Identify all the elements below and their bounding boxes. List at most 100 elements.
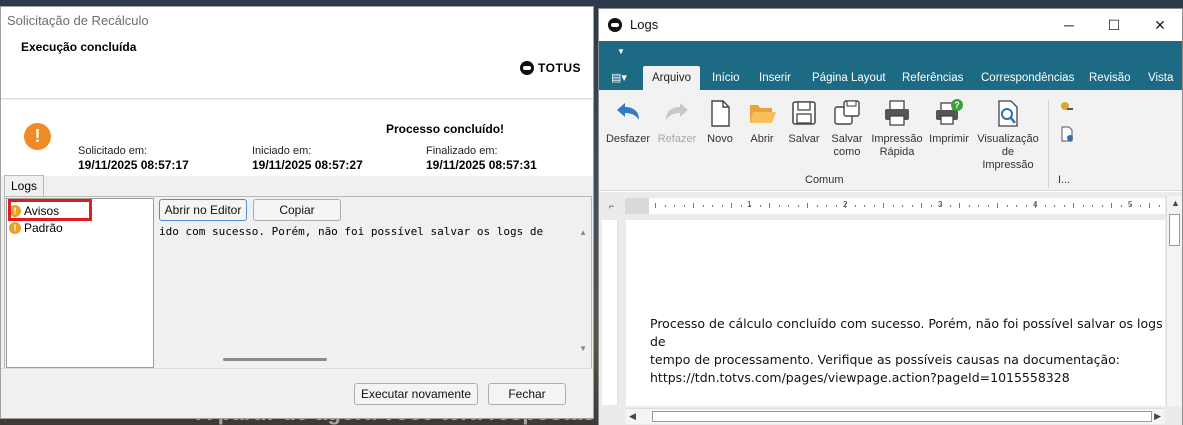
qat-dropdown-icon[interactable]: ▼ (617, 47, 625, 56)
ruler-tick (1016, 205, 1017, 207)
ruler-tick (1025, 205, 1027, 207)
ruler-tick (674, 205, 675, 207)
logs-title: Logs (630, 17, 659, 32)
tree-item-padrao[interactable]: ! Padrão (9, 220, 63, 236)
tab-logs[interactable]: Logs (4, 175, 45, 197)
brand-text: TOTUS (538, 61, 581, 75)
close-icon[interactable]: ✕ (1145, 15, 1175, 35)
tab-inserir[interactable]: Inserir (759, 66, 791, 90)
redo-button[interactable]: Refazer (655, 98, 699, 146)
tab-revisao[interactable]: Revisão (1089, 66, 1131, 90)
tab-stop-icon[interactable]: ⌐ (609, 201, 614, 211)
scroll-right-icon[interactable]: ▶ (1154, 411, 1161, 422)
dialog-header: Execução concluída TOTUS (1, 35, 593, 99)
totus-logo-icon (520, 61, 535, 75)
group-label-comum: Comum (805, 174, 844, 186)
ruler-tick (1063, 205, 1065, 207)
tab-referencias[interactable]: Referências (902, 66, 963, 90)
warning-icon: ! (24, 123, 51, 150)
horizontal-scroll-thumb[interactable] (652, 411, 1152, 422)
tab-correspondencias[interactable]: Correspondências (981, 66, 1074, 90)
log-text[interactable]: ido com sucesso. Porém, não foi possível… (159, 225, 569, 365)
scroll-up-icon[interactable]: ▲ (1171, 198, 1180, 208)
ruler-tick (1101, 205, 1103, 207)
scroll-down-icon[interactable]: ▼ (579, 344, 587, 353)
document-settings-button[interactable] (1059, 126, 1075, 145)
ruler-tick (807, 203, 808, 208)
ruler-tick (816, 205, 818, 207)
scroll-up-icon[interactable]: ▲ (579, 228, 587, 237)
ruler-tick (788, 205, 789, 207)
tab-arquivo[interactable]: Arquivo (643, 66, 700, 90)
ribbon-panel: Desfazer Refazer Novo Abrir Salvar Salva… (599, 90, 1182, 191)
save-icon (789, 98, 819, 128)
print-button[interactable]: ? Imprimir (927, 98, 971, 146)
logs-titlebar[interactable]: Logs ─ ☐ ✕ (599, 9, 1182, 41)
open-in-editor-button[interactable]: Abrir no Editor (159, 199, 247, 221)
ruler-tick (959, 203, 960, 208)
horizontal-scrollbar[interactable] (223, 358, 327, 361)
new-button[interactable]: Novo (703, 98, 737, 146)
ruler-tick (759, 205, 761, 207)
save-as-button[interactable]: Salvar como (827, 98, 867, 159)
close-button[interactable]: Fechar (488, 383, 566, 405)
redo-label: Refazer (657, 133, 697, 145)
ruler-tick (1158, 205, 1160, 207)
ruler-tick (1130, 205, 1131, 207)
ruler-tick (997, 203, 998, 208)
ruler-tick (883, 203, 884, 208)
dialog-titlebar[interactable]: Solicitação de Recálculo (1, 7, 593, 35)
quick-print-button[interactable]: Impressão Rápida (871, 98, 923, 159)
ruler-tick (797, 205, 799, 207)
requested-label: Solicitado em: (78, 145, 148, 157)
minimize-icon[interactable]: ─ (1054, 15, 1084, 35)
ruler-tick (892, 205, 894, 207)
tab-inicio[interactable]: Início (712, 66, 740, 90)
scroll-left-icon[interactable]: ◀ (629, 411, 636, 422)
ruler-tick (664, 205, 666, 207)
log-category-tree[interactable]: ! Avisos ! Padrão (6, 198, 154, 368)
group-separator (1048, 100, 1049, 188)
vertical-scroll-thumb[interactable] (1169, 214, 1180, 246)
print-preview-button[interactable]: Visualização de Impressão (975, 98, 1041, 172)
open-label: Abrir (750, 133, 774, 145)
ruler-tick (864, 205, 865, 207)
quick-access-toolbar: ▼ (599, 41, 1182, 66)
ruler-tick (778, 205, 780, 207)
dialog-title: Solicitação de Recálculo (7, 13, 149, 28)
app-menu-icon[interactable]: ▤▾ (611, 71, 629, 85)
info-area: ! Processo concluído! Solicitado em: 19/… (1, 100, 593, 176)
ruler-tick (1092, 205, 1093, 207)
warning-icon: ! (9, 222, 21, 234)
ruler-tick (721, 205, 723, 207)
tab-pagina-layout[interactable]: Página Layout (812, 66, 886, 90)
horizontal-ruler[interactable]: 1 2 3 4 5 (625, 198, 1179, 214)
execution-title: Execução concluída (21, 40, 137, 54)
print-label: Imprimir (929, 133, 969, 145)
find-key-icon (1061, 102, 1073, 110)
print-icon: ? (934, 98, 964, 128)
document-settings-icon (1061, 126, 1073, 142)
redo-icon (662, 98, 692, 128)
maximize-icon[interactable]: ☐ (1099, 15, 1129, 35)
save-button[interactable]: Salvar (787, 98, 821, 146)
tree-item-label: Padrão (24, 221, 63, 235)
tab-vista[interactable]: Vista (1148, 66, 1173, 90)
key-find-button[interactable] (1059, 100, 1075, 119)
run-again-button[interactable]: Executar novamente (354, 383, 478, 405)
ruler-tick (873, 205, 875, 207)
horizontal-scrollbar[interactable]: ◀ ▶ (626, 408, 1164, 424)
undo-button[interactable]: Desfazer (605, 98, 651, 146)
vertical-scrollbar[interactable]: ▲ (1166, 196, 1182, 406)
ruler-tick (987, 205, 989, 207)
new-label: Novo (707, 133, 733, 145)
document-text[interactable]: Processo de cálculo concluído com sucess… (650, 315, 1165, 387)
copy-button[interactable]: Copiar (253, 199, 341, 221)
document-page[interactable]: Processo de cálculo concluído com sucess… (626, 220, 1165, 406)
ruler-tick (1073, 203, 1074, 208)
ruler-tick (835, 205, 837, 207)
ruler-tick (902, 205, 903, 207)
open-button[interactable]: Abrir (745, 98, 779, 146)
group-label-2: I... (1058, 174, 1071, 186)
ruler-tick (940, 205, 941, 207)
